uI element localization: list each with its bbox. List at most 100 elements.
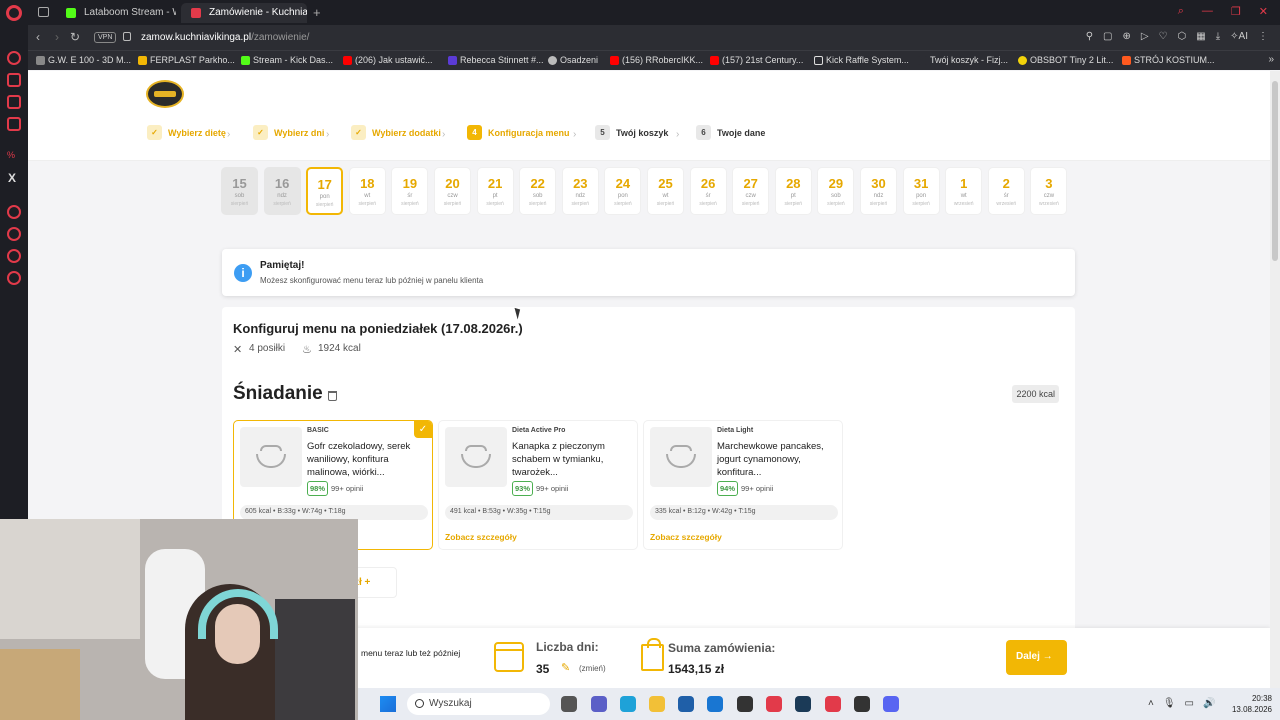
discord-icon[interactable] [883,696,899,712]
bookmark-item[interactable]: (206) Jak ustawić... [343,55,433,65]
teams-icon[interactable] [591,696,607,712]
aria-icon[interactable] [7,51,21,65]
date-tile[interactable]: 30 ndz sierpień [860,167,897,215]
see-details-link[interactable]: Zobacz szczegóły [445,532,517,542]
date-tile[interactable]: 21 pt sierpień [476,167,514,215]
x-twitter-icon[interactable]: X [8,171,16,185]
mail-icon[interactable] [7,117,21,131]
minimize-icon[interactable]: — [1202,5,1213,18]
back-icon[interactable]: ‹ [36,30,40,44]
obs-icon[interactable] [737,696,753,712]
date-tile[interactable]: 25 wt sierpień [647,167,684,215]
cube-icon[interactable]: ⬡ [1178,31,1187,42]
maximize-icon[interactable]: ❐ [1231,5,1241,18]
player-icon[interactable] [7,249,21,263]
heart-icon[interactable]: ♡ [1159,31,1168,42]
date-tile[interactable]: 15 sob sierpień [221,167,258,215]
lock-icon[interactable] [123,32,131,41]
date-tile[interactable]: 24 pon sierpień [604,167,642,215]
kuchnia-vikinga-logo[interactable] [146,80,184,108]
tab-zamowienie[interactable]: Zamówienie - Kuchnia Vikin [181,3,307,23]
bookmark-item[interactable]: (157) 21st Century... [710,55,803,65]
ai-button[interactable]: ✧AI [1230,31,1248,42]
new-tab-button[interactable]: + [313,5,321,20]
taskbar-search[interactable]: Wyszukaj [407,693,550,715]
messenger-icon[interactable] [7,95,21,109]
opera-icon[interactable] [825,696,841,712]
step-wybierz-dodatki[interactable]: ✓ Wybierz dodatki [351,125,441,140]
bookmark-item[interactable]: Twój koszyk - Fizj... [918,55,1008,65]
date-tile[interactable]: 31 pon sierpień [902,167,940,215]
date-tile[interactable]: 19 śr sierpień [391,167,429,215]
bookmark-item[interactable]: Osadzeni [548,55,598,65]
menu-icon[interactable]: ⋮ [1258,31,1268,42]
tab-switcher-icon[interactable] [38,7,49,17]
trash-icon[interactable] [328,391,337,401]
step-twoj-koszyk[interactable]: 5 Twój koszyk [595,125,668,140]
next-button[interactable]: Dalej → [1006,640,1067,675]
date-tile[interactable]: 28 pt sierpień [774,167,812,215]
folder-icon[interactable] [649,696,665,712]
clock-icon[interactable] [7,227,21,241]
avatar-icon[interactable]: ▦ [1196,31,1205,42]
date-tile[interactable]: 26 śr sierpień [689,167,727,215]
meal-option-card[interactable]: Dieta Active Pro Kanapka z pieczonym scha… [438,420,638,550]
percent-icon[interactable]: % [7,150,21,164]
file-explorer-icon[interactable] [561,696,577,712]
date-tile[interactable]: 23 ndz sierpień [561,167,599,215]
edge-icon[interactable] [620,696,636,712]
see-details-link[interactable]: Zobacz szczegóły [650,532,722,542]
date-tile[interactable]: 3 czw wrzesień [1030,167,1068,215]
scrollbar-thumb[interactable] [1272,81,1278,261]
bookmark-item[interactable]: Stream - Kick Das... [241,55,333,65]
vpn-badge[interactable]: VPN [94,32,117,43]
chevron-up-icon[interactable]: ˄ [1148,698,1154,709]
bookmark-item[interactable]: STRÓJ KOSTIUM... [1122,55,1215,65]
date-tile[interactable]: 18 wt sierpień [348,167,386,215]
tab-lataboom[interactable]: Lataboom Stream - Watch I [56,3,176,23]
crypto-wallet-icon[interactable] [7,73,21,87]
settings-gear-icon[interactable] [7,271,21,285]
bookmark-item[interactable]: G.W. E 100 - 3D M... [36,55,131,65]
forward-icon[interactable]: › [55,30,59,44]
network-icon[interactable]: ▭ [1185,698,1194,709]
bookmarks-more-icon[interactable]: » [1268,54,1274,65]
outlook-icon[interactable] [707,696,723,712]
bookmark-item[interactable]: (156) RRobercIKK... [610,55,703,65]
url-field[interactable]: zamow.kuchniavikinga.pl/zamowienie/ [141,32,309,43]
date-tile[interactable]: 29 sob sierpień [817,167,855,215]
clock[interactable]: 20:38 13.08.2026 [1232,693,1272,715]
bookmark-item[interactable]: Rebecca Stinnett #... [448,55,544,65]
reload-icon[interactable]: ↻ [70,30,80,44]
step-wybierz-diete[interactable]: ✓ Wybierz dietę [147,125,226,140]
date-tile[interactable]: 27 czw sierpień [732,167,770,215]
bookmark-item[interactable]: OBSBOT Tiny 2 Lit... [1018,55,1113,65]
bookmark-item[interactable]: FERPLAST Parkho... [138,55,235,65]
date-tile[interactable]: 1 wt wrzesień [945,167,983,215]
volume-icon[interactable]: 🔊 [1203,698,1215,709]
close-icon[interactable]: ✕ [1259,5,1268,18]
step-konfiguracja-menu[interactable]: 4 Konfiguracja menu [467,125,570,140]
date-tile[interactable]: 2 śr wrzesień [987,167,1025,215]
pin-icon[interactable]: ⚲ [1086,31,1093,42]
date-tile[interactable]: 20 czw sierpień [434,167,471,215]
date-tile[interactable]: 22 sob sierpień [519,167,557,215]
date-tile[interactable]: 16 ndz sierpień [263,167,301,215]
extensions-icon[interactable]: ⊕ [1122,31,1130,42]
change-days-link[interactable]: (zmień) [579,664,606,673]
steam-icon[interactable] [795,696,811,712]
step-wybierz-dni[interactable]: ✓ Wybierz dni [253,125,324,140]
play-icon[interactable]: ▷ [1141,31,1149,42]
step-twoje-dane[interactable]: 6 Twoje dane [696,125,765,140]
date-tile[interactable]: 17 pon sierpień [306,167,344,215]
microphone-icon[interactable]: 🎙 [1163,698,1176,709]
search-icon[interactable]: ⌕ [1178,5,1184,18]
pencil-icon[interactable]: ✎ [561,661,570,674]
page-scrollbar[interactable] [1270,71,1280,688]
meal-option-card[interactable]: Dieta Light Marchewkowe pancakes, jogurt … [643,420,843,550]
opera-gx-icon[interactable] [766,696,782,712]
opera-logo-icon[interactable] [6,5,22,21]
store-icon[interactable] [678,696,694,712]
screenshot-icon[interactable]: ▢ [1103,31,1112,42]
download-icon[interactable]: ⤓ [1216,31,1220,42]
